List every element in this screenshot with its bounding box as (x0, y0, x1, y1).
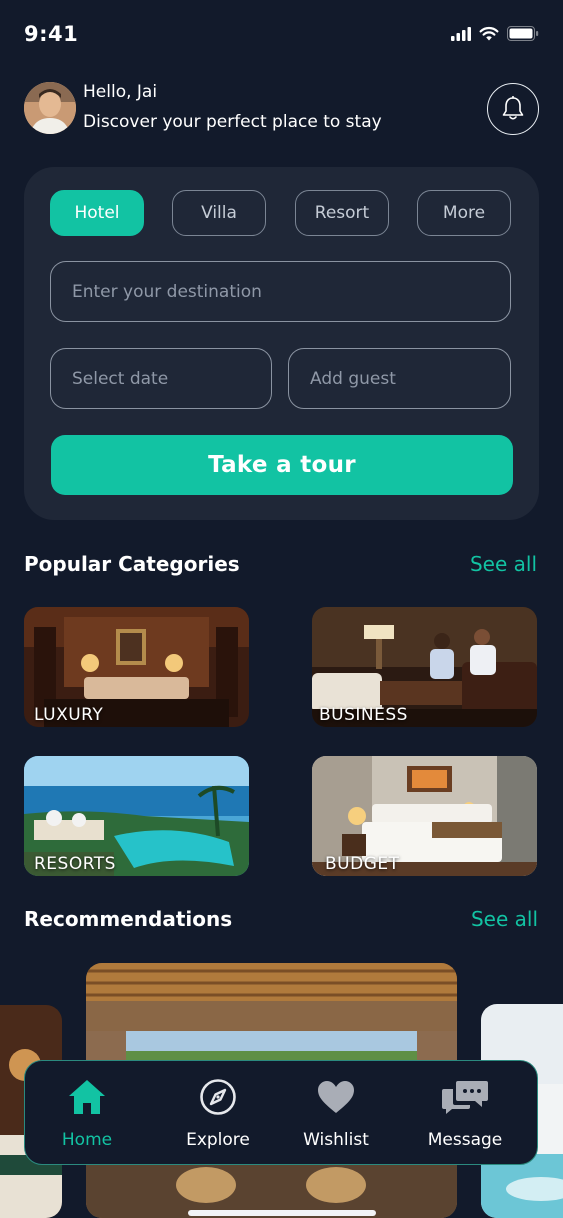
recommendations-see-all-link[interactable]: See all (471, 907, 538, 931)
tab-more[interactable]: More (417, 190, 511, 236)
nav-wishlist-label: Wishlist (303, 1130, 369, 1150)
nav-wishlist[interactable]: Wishlist (290, 1061, 382, 1166)
signal-icon (451, 26, 471, 41)
recommendations-title: Recommendations (24, 907, 233, 931)
home-indicator (188, 1210, 376, 1216)
battery-icon (507, 26, 539, 41)
heart-icon (318, 1081, 354, 1113)
category-label: RESORTS (34, 854, 116, 874)
bottom-navigation: Home Explore Wishlist Message (24, 1060, 538, 1165)
bell-icon (502, 96, 524, 120)
nav-message-label: Message (427, 1130, 503, 1150)
nav-explore[interactable]: Explore (173, 1061, 263, 1166)
category-label: BUSINESS (319, 705, 408, 725)
tagline-text: Discover your perfect place to stay (83, 112, 382, 132)
greeting-text: Hello, Jai (83, 82, 158, 102)
guest-input[interactable]: Add guest (288, 348, 511, 409)
status-time: 9:41 (24, 22, 79, 46)
category-business[interactable]: BUSINESS (312, 607, 537, 727)
categories-title: Popular Categories (24, 552, 240, 576)
nav-home-label: Home (61, 1130, 113, 1150)
tab-villa[interactable]: Villa (172, 190, 266, 236)
category-label: BUDGET (325, 854, 400, 874)
tab-hotel[interactable]: Hotel (50, 190, 144, 236)
destination-input[interactable]: Enter your destination (50, 261, 511, 322)
category-resorts[interactable]: RESORTS (24, 756, 249, 876)
avatar[interactable] (24, 82, 76, 134)
nav-message[interactable]: Message (420, 1061, 510, 1166)
category-budget[interactable]: BUDGET (312, 756, 537, 876)
category-luxury[interactable]: LUXURY (24, 607, 249, 727)
status-bar: 9:41 (0, 0, 563, 70)
nav-home[interactable]: Home (42, 1061, 132, 1166)
date-input[interactable]: Select date (50, 348, 272, 409)
home-icon (69, 1080, 105, 1114)
status-icons (451, 26, 539, 41)
category-label: LUXURY (34, 705, 104, 725)
compass-icon (200, 1079, 236, 1115)
notifications-button[interactable] (487, 83, 539, 135)
take-tour-button[interactable]: Take a tour (51, 435, 513, 495)
nav-explore-label: Explore (186, 1130, 250, 1150)
tab-resort[interactable]: Resort (295, 190, 389, 236)
wifi-icon (479, 26, 499, 41)
search-card: Hotel Villa Resort More Enter your desti… (24, 167, 539, 520)
categories-see-all-link[interactable]: See all (470, 552, 537, 576)
chat-icon (442, 1081, 488, 1114)
